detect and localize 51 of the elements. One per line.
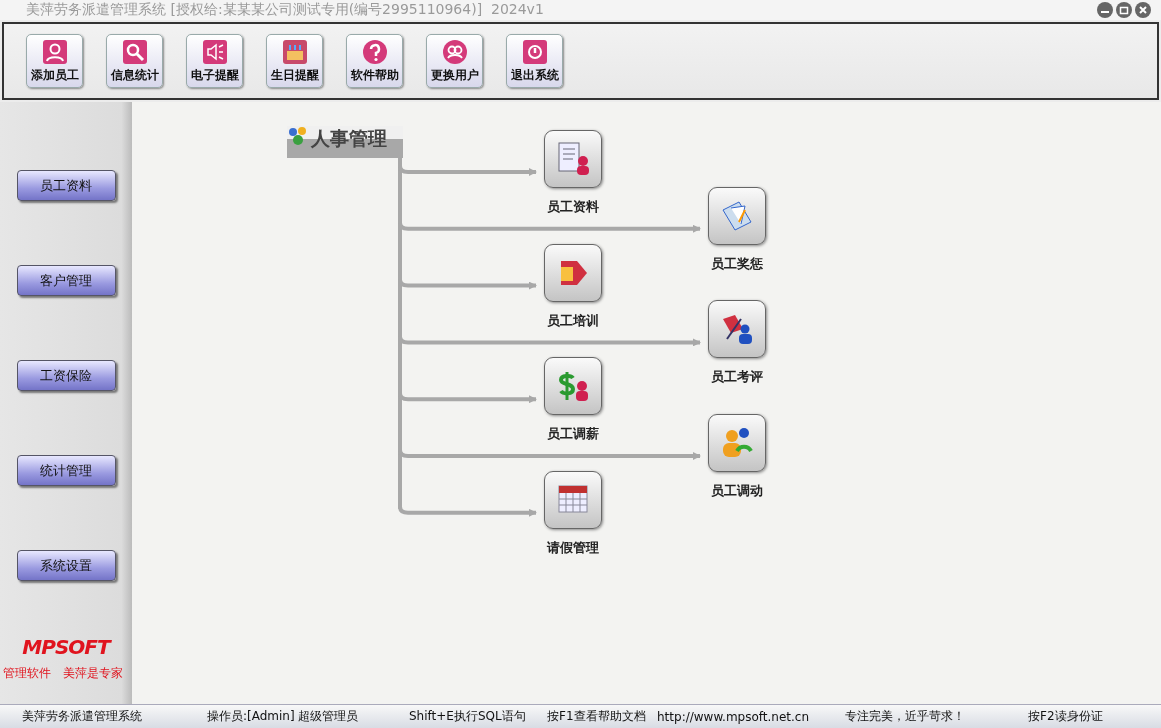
slogan-text: 美萍是专家 bbox=[63, 665, 123, 682]
power-icon bbox=[521, 38, 548, 65]
help-icon bbox=[361, 38, 388, 65]
module-label: 员工奖惩 bbox=[711, 254, 763, 273]
status-text: 操作员:[Admin] 超级管理员 bbox=[207, 708, 360, 725]
slogan-text: 管理软件 bbox=[3, 665, 51, 682]
toolbar-button[interactable]: 软件帮助 bbox=[346, 34, 403, 88]
module-button[interactable] bbox=[544, 243, 602, 302]
module-label: 员工培训 bbox=[547, 311, 599, 330]
speaker-icon bbox=[201, 38, 228, 65]
restore-button[interactable] bbox=[1116, 2, 1132, 18]
module-button[interactable] bbox=[708, 186, 766, 245]
status-text: http://www.mpsoft.net.cn bbox=[657, 709, 811, 724]
minimize-button[interactable] bbox=[1097, 2, 1113, 18]
toolbar-button[interactable]: 生日提醒 bbox=[266, 34, 323, 88]
users-icon bbox=[441, 38, 468, 65]
people-icon bbox=[287, 126, 309, 148]
person-icon bbox=[41, 38, 68, 65]
module-button[interactable] bbox=[544, 130, 602, 188]
close-icon bbox=[1138, 5, 1148, 15]
module-label: 请假管理 bbox=[547, 538, 599, 557]
status-text: Shift+E执行SQL语句 bbox=[409, 708, 527, 725]
window-title: 美萍劳务派遣管理系统 [授权给:某某某公司测试专用(编号2995110964)] 2024v1 bbox=[26, 1, 544, 19]
sidebar-button[interactable]: 员工资料 bbox=[16, 170, 116, 201]
module-label: 员工调薪 bbox=[547, 425, 599, 444]
status-text: 按F1查看帮助文档 bbox=[547, 708, 647, 725]
search-icon bbox=[121, 38, 148, 65]
toolbar-button[interactable]: 更换用户 bbox=[426, 34, 483, 88]
section-title: 人事管理 bbox=[311, 126, 387, 151]
module-label: 员工资料 bbox=[547, 198, 599, 216]
restore-icon bbox=[1119, 5, 1129, 15]
toolbar-button[interactable]: 信息统计 bbox=[106, 34, 163, 88]
module-button[interactable] bbox=[544, 357, 602, 416]
module-button[interactable] bbox=[708, 414, 766, 472]
sidebar-button[interactable]: 客户管理 bbox=[16, 265, 116, 296]
close-button[interactable] bbox=[1135, 2, 1151, 18]
module-label: 员工调动 bbox=[711, 482, 763, 500]
logo: MPSOFT bbox=[22, 635, 110, 659]
toolbar-button[interactable]: 电子提醒 bbox=[186, 34, 243, 88]
module-label: 员工考评 bbox=[711, 368, 763, 387]
status-text: 美萍劳务派遣管理系统 bbox=[22, 708, 143, 725]
status-text: 专注完美，近乎苛求！ bbox=[845, 708, 966, 725]
toolbar-button[interactable]: 添加员工 bbox=[26, 34, 83, 88]
sidebar-button[interactable]: 工资保险 bbox=[16, 360, 116, 391]
module-button[interactable] bbox=[708, 300, 766, 359]
cake-icon bbox=[281, 38, 308, 65]
toolbar-button[interactable]: 退出系统 bbox=[506, 34, 563, 88]
sidebar-button[interactable]: 统计管理 bbox=[16, 455, 116, 486]
sidebar-button[interactable]: 系统设置 bbox=[16, 550, 116, 581]
status-text: 按F2读身份证 bbox=[1028, 708, 1103, 725]
module-button[interactable] bbox=[544, 470, 602, 529]
